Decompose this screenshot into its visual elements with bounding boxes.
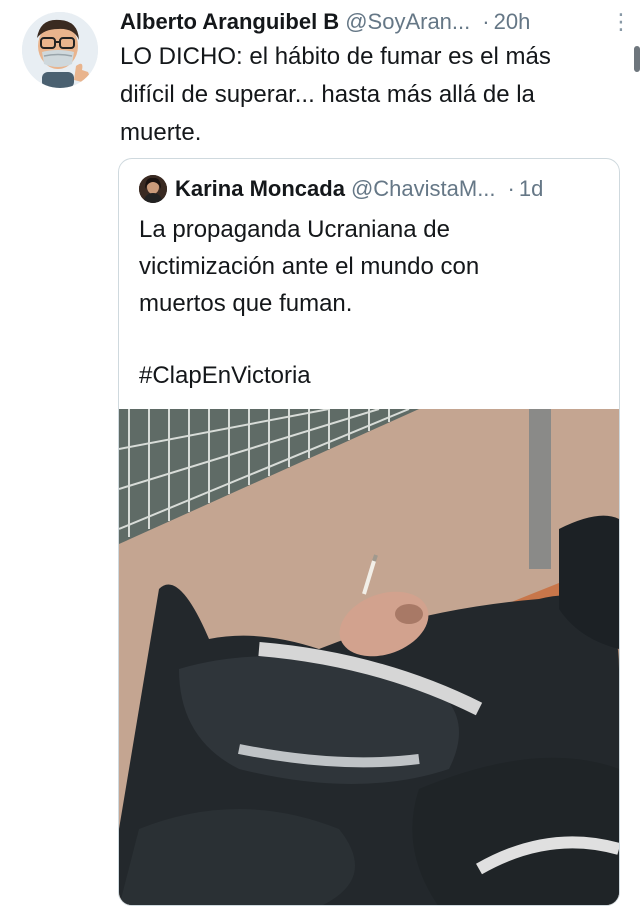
more-options-icon[interactable]: ⋮ <box>610 6 632 38</box>
quoted-author-avatar[interactable] <box>139 175 167 203</box>
tweet-header: Alberto Aranguibel B @SoyAran... · 20h ⋮ <box>120 6 632 38</box>
tweet[interactable]: Alberto Aranguibel B @SoyAran... · 20h ⋮… <box>0 0 640 908</box>
quoted-tweet[interactable]: Karina Moncada @ChavistaM... · 1d La pro… <box>118 158 620 906</box>
author-name[interactable]: Alberto Aranguibel B <box>120 6 339 38</box>
tweet-media-image[interactable] <box>119 409 619 905</box>
quoted-tweet-header: Karina Moncada @ChavistaM... · 1d <box>139 173 605 205</box>
quoted-separator-dot: · <box>507 176 515 201</box>
profile-photo-icon <box>139 175 167 203</box>
scrollbar[interactable] <box>634 46 640 72</box>
memoji-icon <box>22 12 98 88</box>
separator-dot: · <box>482 9 490 34</box>
author-handle[interactable]: @SoyAran... <box>345 6 470 38</box>
quoted-tweet-text: La propaganda Ucraniana de victimización… <box>139 216 480 317</box>
quoted-author-handle[interactable]: @ChavistaM... <box>351 176 496 202</box>
quoted-author-name[interactable]: Karina Moncada <box>175 176 345 202</box>
author-avatar[interactable] <box>22 12 98 88</box>
media-photo <box>119 409 619 905</box>
quoted-tweet-time[interactable]: 1d <box>519 176 543 202</box>
tweet-text: LO DICHO: el hábito de fumar es el más d… <box>120 43 551 146</box>
tweet-time[interactable]: 20h <box>494 6 531 38</box>
quoted-hashtag[interactable]: #ClapEnVictoria <box>139 357 311 394</box>
